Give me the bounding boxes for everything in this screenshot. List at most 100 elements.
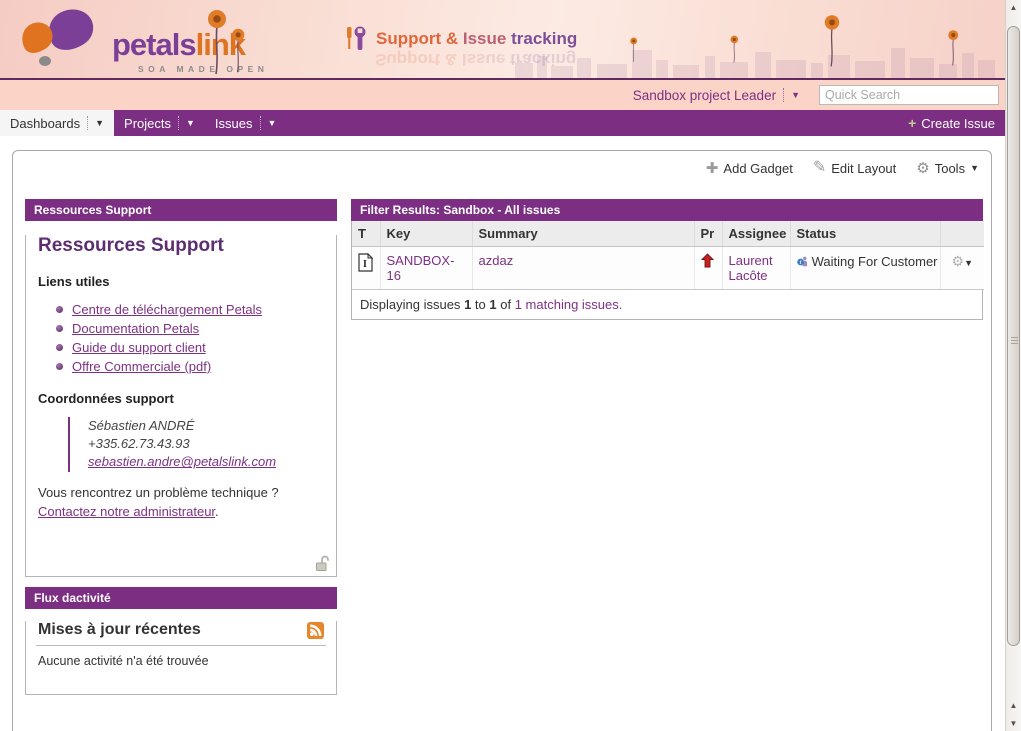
rss-icon[interactable] xyxy=(307,622,324,639)
gadget-body: Mises à jour récentes Aucune activité n'… xyxy=(25,621,337,695)
banner-title-reflection: Support & Issue tracking xyxy=(375,49,576,69)
column-header-type[interactable]: T xyxy=(352,221,380,247)
coordonnees-heading: Coordonnées support xyxy=(38,391,324,406)
tab-dashboards[interactable]: Dashboards ▼ xyxy=(0,110,114,136)
plus-icon: + xyxy=(908,116,916,130)
table-row: I SANDBOX-16 azdaz Laurent Lacôte xyxy=(352,247,984,290)
contact-blockquote: Sébastien ANDRÉ +335.62.73.43.93 sebasti… xyxy=(68,417,324,472)
link-offre-commerciale[interactable]: Offre Commerciale (pdf) xyxy=(72,359,211,374)
padlock-unlocked-icon[interactable] xyxy=(315,555,329,571)
chevron-down-icon[interactable]: ▼ xyxy=(268,119,277,128)
gadget-header[interactable]: Ressources Support xyxy=(25,199,337,221)
list-item: Offre Commerciale (pdf) xyxy=(56,359,324,374)
dashboard-panel: ✚ Add Gadget ✎ Edit Layout ⚙ Tools ▼ Res… xyxy=(12,150,992,731)
column-header-status[interactable]: Status xyxy=(790,221,940,247)
status-label: Waiting For Customer xyxy=(812,254,938,269)
list-item: Centre de téléchargement Petals xyxy=(56,302,324,317)
issue-key-link[interactable]: SANDBOX-16 xyxy=(387,253,455,283)
contact-email-link[interactable]: sebastien.andre@petalslink.com xyxy=(88,454,276,469)
gadget-header[interactable]: Flux dactivité xyxy=(25,587,337,609)
issue-summary-cell: azdaz xyxy=(472,247,694,290)
contact-admin-line: Contactez notre administrateur. xyxy=(38,504,324,519)
dotted-separator xyxy=(178,116,179,130)
column-header-assignee[interactable]: Assignee xyxy=(722,221,790,247)
flower-decoration xyxy=(228,26,248,74)
petals-logo-icon xyxy=(14,5,110,71)
quick-search-input[interactable] xyxy=(819,85,999,105)
matching-issues-link[interactable]: 1 matching issues. xyxy=(515,297,623,312)
table-header-row: T Key Summary Pr Assignee Status xyxy=(352,221,984,247)
gadget-filter-results: Filter Results: Sandbox - All issues T K… xyxy=(351,199,983,320)
gadget-flux-activite: Flux dactivité Mises à jour récentes Auc… xyxy=(25,587,337,695)
chevron-down-icon: ▼ xyxy=(791,91,800,100)
add-gadget-button[interactable]: ✚ Add Gadget xyxy=(706,161,793,176)
scrollbar-thumb[interactable] xyxy=(1007,26,1020,646)
column-header-actions xyxy=(940,221,984,247)
flower-decoration xyxy=(728,34,741,63)
flower-decoration xyxy=(945,28,962,67)
contact-admin-link[interactable]: Contactez notre administrateur xyxy=(38,504,215,519)
contact-phone: +335.62.73.43.93 xyxy=(88,435,324,453)
bullet-icon xyxy=(56,363,63,370)
flower-decoration xyxy=(628,36,639,63)
issue-status-cell: i Waiting For Customer xyxy=(790,247,940,290)
link-telechargement[interactable]: Centre de téléchargement Petals xyxy=(72,302,262,317)
column-header-summary[interactable]: Summary xyxy=(472,221,694,247)
useful-links-list: Centre de téléchargement Petals Document… xyxy=(56,302,324,374)
page: petalslink SOA MADE OPEN xyxy=(0,0,1005,731)
scroll-down-arrow[interactable]: ▼ xyxy=(1006,719,1021,728)
edit-layout-label: Edit Layout xyxy=(831,161,896,176)
user-strip: Sandbox project Leader ▼ xyxy=(0,80,1005,110)
user-menu-dropdown[interactable]: Sandbox project Leader ▼ xyxy=(633,80,800,110)
gadget-body: Ressources Support Liens utiles Centre d… xyxy=(25,235,337,577)
create-issue-label: Create Issue xyxy=(921,116,995,131)
flux-empty-text: Aucune activité n'a été trouvée xyxy=(36,654,326,668)
scroll-up-arrow[interactable]: ▲ xyxy=(1006,3,1021,12)
column-header-priority[interactable]: Pr xyxy=(694,221,722,247)
issue-key-cell: SANDBOX-16 xyxy=(380,247,472,290)
priority-major-icon xyxy=(701,253,714,268)
banner-title: Support & Issue tracking xyxy=(376,29,577,49)
ressources-title: Ressources Support xyxy=(38,235,324,257)
issue-type-cell: I xyxy=(352,247,380,290)
tab-projects[interactable]: Projects ▼ xyxy=(114,110,205,136)
link-guide-support[interactable]: Guide du support client xyxy=(72,340,206,355)
tab-issues-label: Issues xyxy=(215,116,253,131)
vertical-scrollbar[interactable]: ▲ ▲ ▼ xyxy=(1005,0,1021,731)
link-documentation[interactable]: Documentation Petals xyxy=(72,321,199,336)
bullet-icon xyxy=(56,306,63,313)
gadget-ressources-support: Ressources Support Ressources Support Li… xyxy=(25,199,337,577)
list-item: Documentation Petals xyxy=(56,321,324,336)
flux-title: Mises à jour récentes xyxy=(38,621,201,639)
pencil-icon: ✎ xyxy=(813,160,826,176)
bullet-icon xyxy=(56,344,63,351)
tab-projects-label: Projects xyxy=(124,116,171,131)
pagination-status: Displaying issues 1 to 1 of 1 matching i… xyxy=(352,290,982,319)
issues-table: T Key Summary Pr Assignee Status xyxy=(352,221,984,290)
column-header-key[interactable]: Key xyxy=(380,221,472,247)
dotted-separator xyxy=(260,116,261,130)
chevron-down-icon[interactable]: ▼ xyxy=(186,119,195,128)
flux-title-row: Mises à jour récentes xyxy=(36,621,326,639)
chevron-down-icon: ▼ xyxy=(964,258,973,268)
issue-type-letter: I xyxy=(363,259,367,270)
issue-summary-link[interactable]: azdaz xyxy=(479,253,514,268)
dashboard-toolbar: ✚ Add Gadget ✎ Edit Layout ⚙ Tools ▼ xyxy=(706,160,979,176)
chevron-down-icon[interactable]: ▼ xyxy=(95,119,104,128)
sentence-period: . xyxy=(215,504,219,519)
header-banner: petalslink SOA MADE OPEN xyxy=(0,0,1005,80)
scroll-up-arrow-secondary[interactable]: ▲ xyxy=(1006,701,1021,710)
bullet-icon xyxy=(56,325,63,332)
assignee-link[interactable]: Laurent Lacôte xyxy=(729,253,773,283)
tab-issues[interactable]: Issues ▼ xyxy=(205,110,287,136)
city-skyline-decoration xyxy=(515,38,995,78)
create-issue-button[interactable]: + Create Issue xyxy=(898,110,1005,136)
gear-icon: ⚙ xyxy=(916,161,929,176)
dotted-separator xyxy=(783,88,784,102)
main-navigation: Dashboards ▼ Projects ▼ Issues ▼ + Creat… xyxy=(0,110,1005,136)
tools-menu-button[interactable]: ⚙ Tools ▼ xyxy=(916,161,979,176)
issue-type-icon[interactable]: I xyxy=(358,253,373,272)
edit-layout-button[interactable]: ✎ Edit Layout xyxy=(813,160,896,176)
gadget-header[interactable]: Filter Results: Sandbox - All issues xyxy=(351,199,983,221)
row-actions-button[interactable]: ⚙▼ xyxy=(940,247,984,290)
